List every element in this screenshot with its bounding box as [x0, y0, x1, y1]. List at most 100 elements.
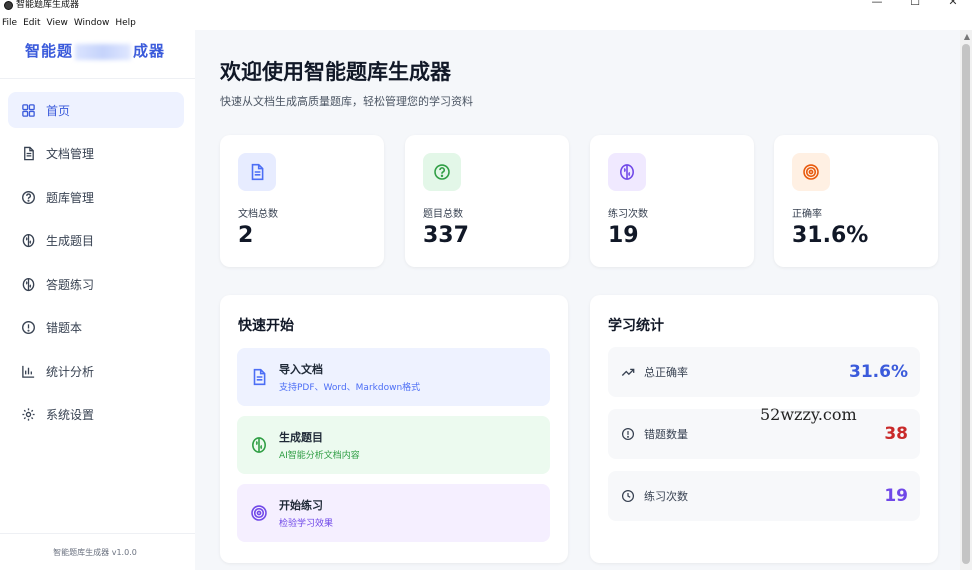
brand-title: 智能题 成器: [0, 40, 190, 61]
clock-icon: [620, 488, 636, 504]
menu-view[interactable]: View: [45, 16, 72, 30]
scroll-up-arrow-icon[interactable]: ▲: [964, 32, 970, 41]
menu-edit[interactable]: Edit: [21, 16, 44, 30]
brand-obscured: [75, 43, 131, 60]
stat-label: 正确率: [792, 209, 822, 220]
stat-value: 337: [423, 223, 469, 248]
stat-row-label: 错题数量: [644, 428, 688, 441]
sidebar-item-home[interactable]: 首页: [8, 92, 184, 128]
menu-bar: File Edit View Window Help: [0, 16, 140, 30]
brain-icon: [20, 233, 36, 249]
stat-card-practice: 练习次数 19: [590, 135, 754, 267]
brand-text-right: 成器: [133, 42, 166, 60]
sidebar-item-generate[interactable]: 生成题目: [8, 223, 184, 259]
stat-label: 题目总数: [423, 209, 463, 220]
stat-row-value: 19: [884, 486, 908, 506]
window-title-text: 智能题库生成器: [16, 0, 80, 10]
bar-chart-icon: [20, 363, 36, 379]
quick-start-panel: 快速开始 导入文档 支持PDF、Word、Markdown格式 生成题目 AI智…: [220, 295, 568, 563]
stat-row-practice-count: 练习次数 19: [608, 471, 920, 521]
vertical-scrollbar[interactable]: ▲: [960, 30, 972, 570]
sidebar-item-label: 生成题目: [46, 234, 95, 248]
question-circle-icon: [423, 153, 461, 191]
sidebar-item-wrong-questions[interactable]: 错题本: [8, 310, 184, 346]
quick-import-document[interactable]: 导入文档 支持PDF、Word、Markdown格式: [237, 348, 550, 406]
quick-start-practice[interactable]: 开始练习 检验学习效果: [237, 484, 550, 542]
quick-title: 导入文档: [279, 363, 323, 376]
sidebar-nav: 首页 文档管理 题库管理 生成题目 答题练习 错题本 统计分析 系统设置: [8, 92, 184, 440]
sidebar-item-settings[interactable]: 系统设置: [8, 397, 184, 433]
stat-card-documents: 文档总数 2: [220, 135, 384, 267]
app-title: 智能题库生成器: [4, 0, 79, 10]
brain-icon: [249, 435, 269, 455]
watermark-text: 52wzzy.com: [760, 405, 857, 424]
quick-generate-questions[interactable]: 生成题目 AI智能分析文档内容: [237, 416, 550, 474]
window-controls: — ☐ ✕: [858, 0, 972, 10]
minimize-button[interactable]: —: [858, 0, 896, 10]
stat-card-questions: 题目总数 337: [405, 135, 569, 267]
brain-icon: [608, 153, 646, 191]
document-icon: [249, 367, 269, 387]
app-logo-icon: [4, 0, 13, 10]
quick-desc: 检验学习效果: [279, 519, 334, 529]
stat-value: 19: [608, 223, 639, 248]
stat-value: 2: [238, 223, 254, 248]
page-subtitle: 快速从文档生成高质量题库，轻松管理您的学习资料: [220, 95, 473, 108]
target-icon: [792, 153, 830, 191]
divider: [0, 533, 195, 534]
window-titlebar: 智能题库生成器 — ☐ ✕: [0, 0, 972, 13]
main-content: 欢迎使用智能题库生成器 快速从文档生成高质量题库，轻松管理您的学习资料 文档总数…: [195, 30, 972, 570]
version-label: 智能题库生成器 v1.0.0: [53, 548, 137, 557]
sidebar-item-question-bank[interactable]: 题库管理: [8, 179, 184, 215]
brain-icon: [20, 276, 36, 292]
sidebar-item-statistics[interactable]: 统计分析: [8, 353, 184, 389]
menu-file[interactable]: File: [0, 16, 21, 30]
sidebar-item-practice[interactable]: 答题练习: [8, 266, 184, 302]
quick-text: 开始练习 检验学习效果: [279, 497, 333, 529]
alert-circle-icon: [620, 426, 636, 442]
stat-row-value: 38: [884, 424, 908, 444]
question-circle-icon: [20, 189, 36, 205]
quick-text: 导入文档 支持PDF、Word、Markdown格式: [279, 361, 420, 393]
gear-icon: [20, 407, 36, 423]
sidebar-item-documents[interactable]: 文档管理: [8, 136, 184, 172]
stat-label: 练习次数: [608, 209, 648, 220]
page-title: 欢迎使用智能题库生成器: [220, 60, 451, 84]
alert-circle-icon: [20, 320, 36, 336]
document-icon: [20, 146, 36, 162]
learning-stats-panel: 学习统计 总正确率 31.6% 错题数量 38 练习次数 19: [590, 295, 938, 563]
sidebar-item-label: 文档管理: [46, 147, 95, 161]
quick-title: 生成题目: [279, 431, 323, 444]
quick-desc: 支持PDF、Word、Markdown格式: [279, 383, 421, 393]
sidebar-item-label: 系统设置: [46, 408, 95, 422]
sidebar-item-label: 题库管理: [46, 190, 95, 205]
quick-desc: AI智能分析文档内容: [279, 451, 360, 461]
maximize-button[interactable]: ☐: [896, 0, 934, 10]
grid-icon: [20, 102, 36, 118]
menu-help[interactable]: Help: [113, 16, 140, 30]
stat-row-label: 练习次数: [644, 490, 688, 503]
stat-row-label: 总正确率: [644, 366, 688, 379]
stat-value: 31.6%: [792, 223, 869, 248]
stat-card-accuracy: 正确率 31.6%: [774, 135, 938, 267]
stat-row-accuracy: 总正确率 31.6%: [608, 347, 920, 397]
quick-title: 开始练习: [279, 499, 323, 512]
divider: [0, 78, 195, 79]
sidebar: 智能题 成器 首页 文档管理 题库管理 生成题目 答题练习 错题本 统计分析 系…: [0, 30, 195, 570]
panel-title: 快速开始: [238, 318, 294, 334]
trending-up-icon: [620, 364, 636, 380]
close-button[interactable]: ✕: [934, 0, 972, 10]
document-icon: [238, 153, 276, 191]
menu-window[interactable]: Window: [72, 16, 114, 30]
target-icon: [249, 503, 269, 523]
sidebar-item-label: 错题本: [46, 321, 83, 335]
sidebar-item-label: 统计分析: [46, 364, 95, 379]
quick-text: 生成题目 AI智能分析文档内容: [279, 429, 360, 461]
sidebar-item-label: 答题练习: [46, 277, 95, 292]
panel-title: 学习统计: [608, 318, 664, 334]
sidebar-item-label: 首页: [46, 103, 71, 118]
scroll-thumb[interactable]: [962, 44, 970, 564]
stat-row-value: 31.6%: [849, 362, 908, 382]
brand-text-left: 智能题: [24, 42, 73, 60]
stat-label: 文档总数: [238, 209, 278, 220]
